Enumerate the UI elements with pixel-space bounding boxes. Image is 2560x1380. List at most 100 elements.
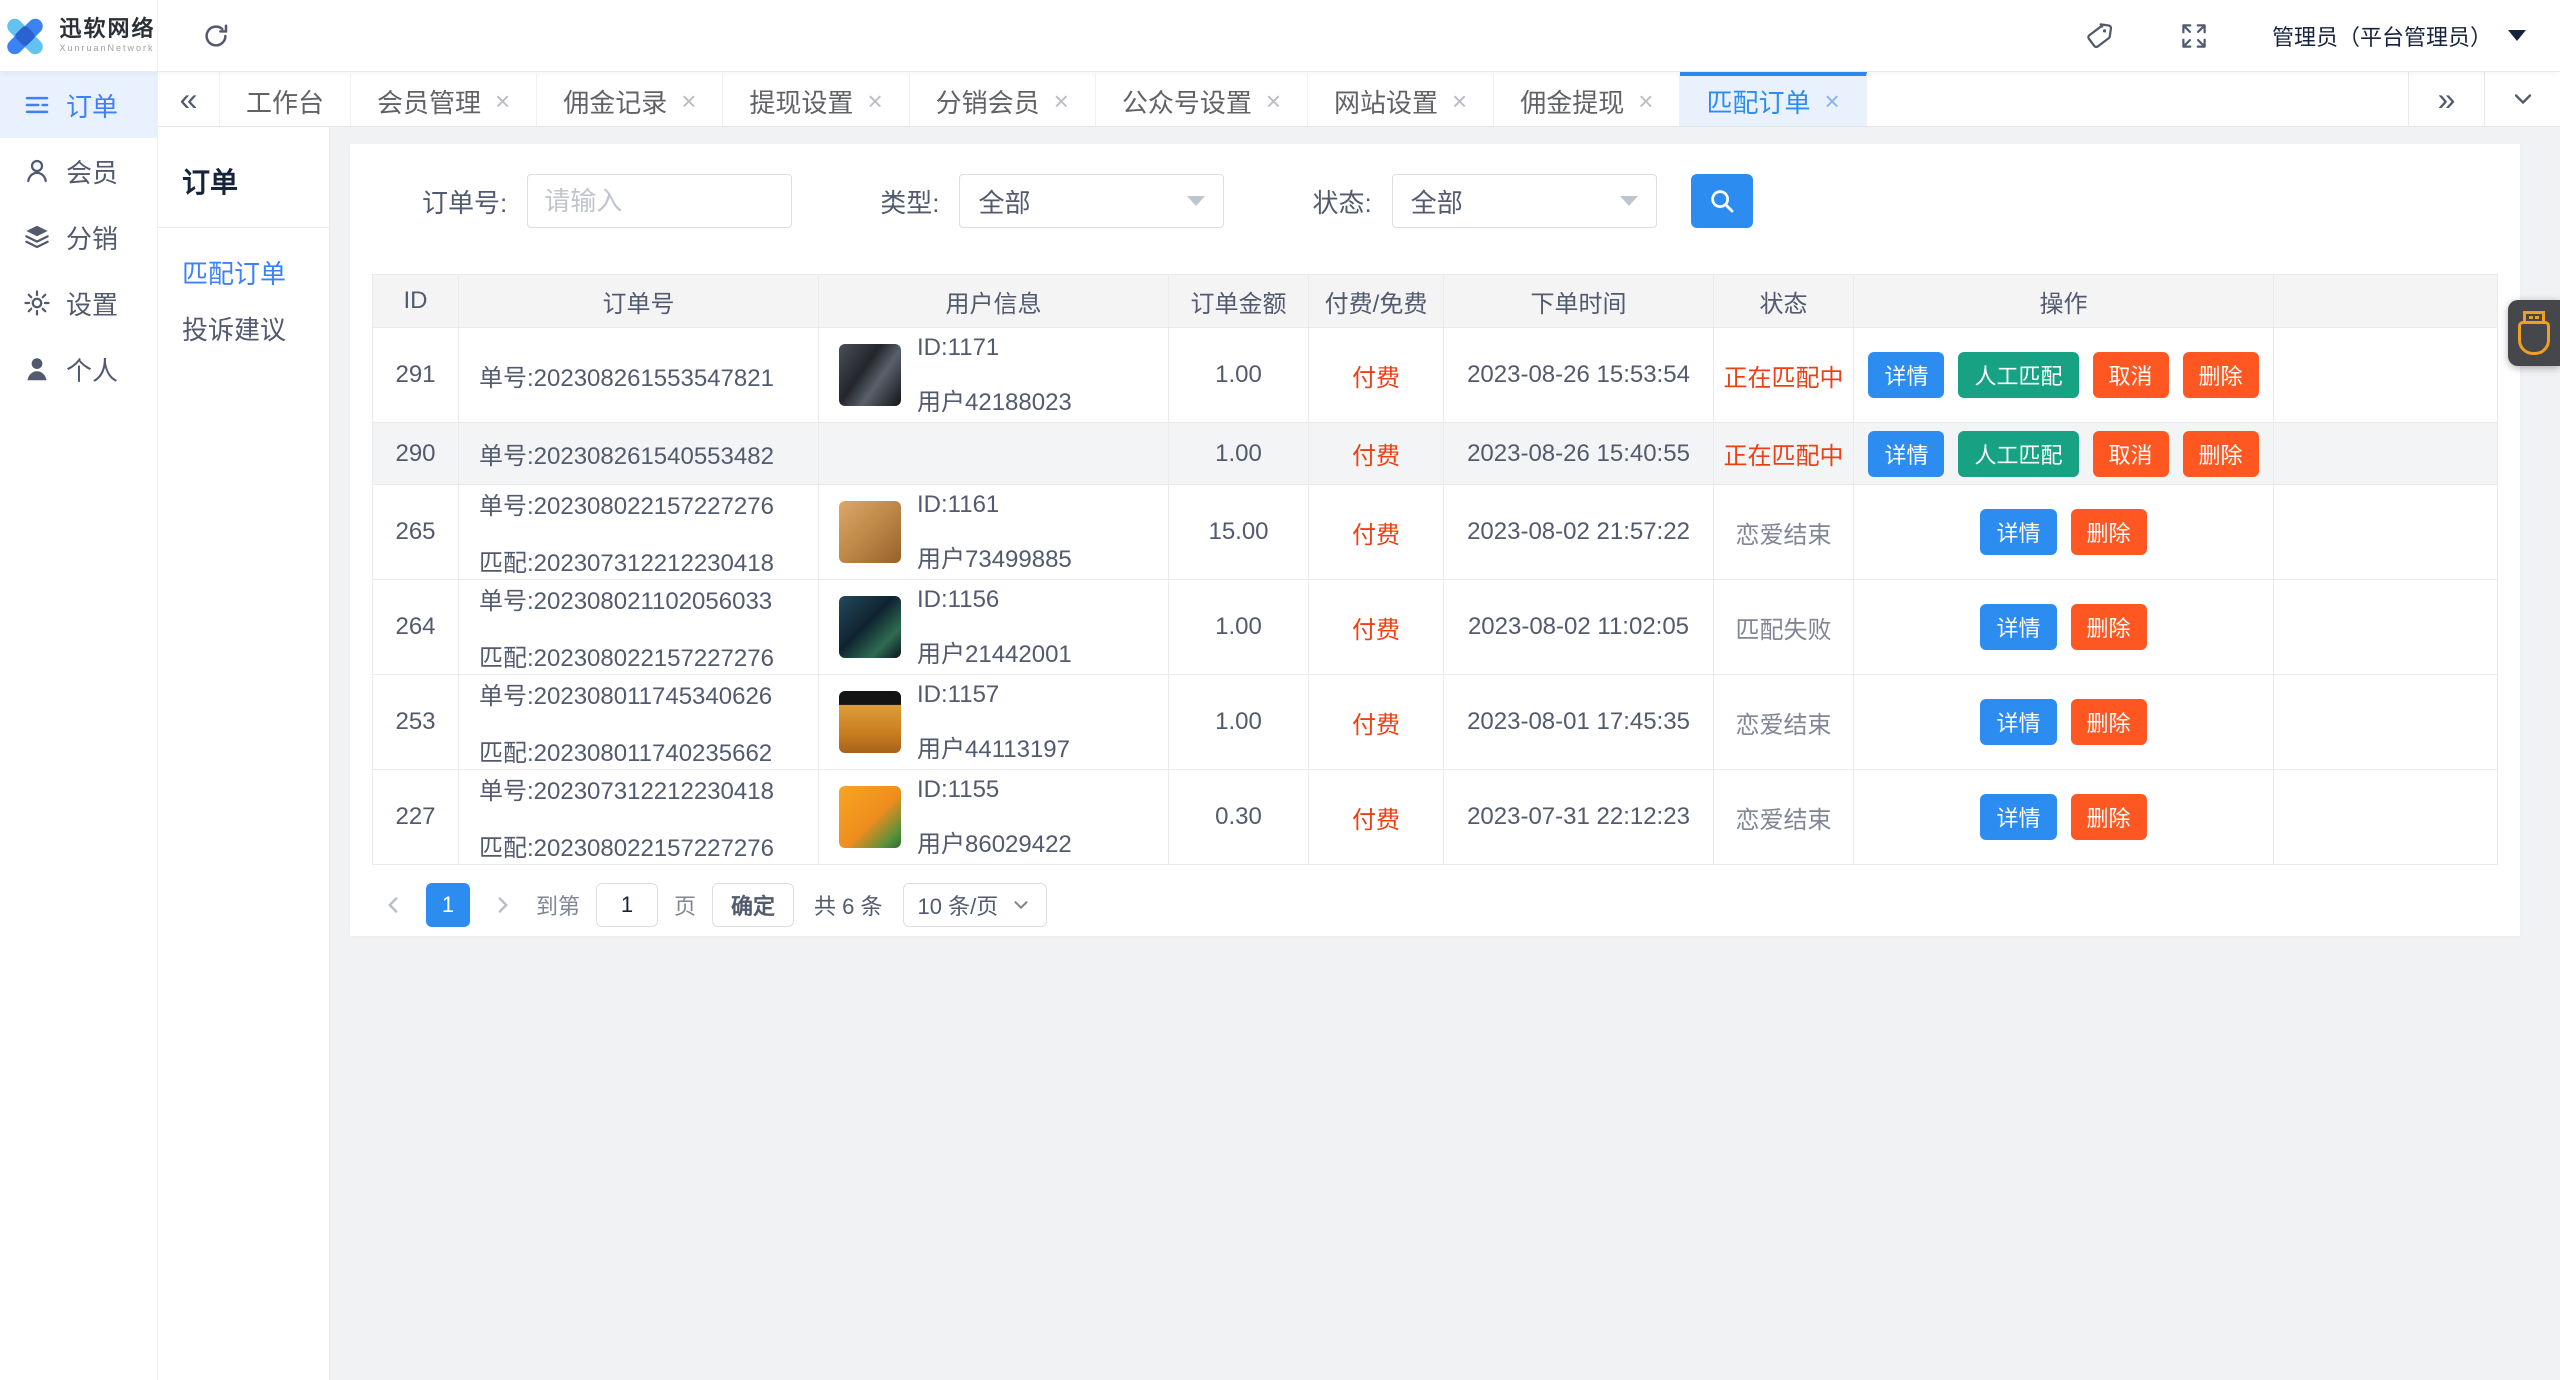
delete-button[interactable]: 删除 (2182, 430, 2259, 477)
tab-item[interactable]: 提现设置 × (723, 72, 910, 126)
table-row: 227 单号:202307312212230418 匹配:2023080221572… (373, 769, 2497, 864)
search-icon (1710, 190, 1734, 213)
tab-bar: « 工作台 会员管理 × 佣金记录 × 提现设置 × 分销会员 × 公众号设置 × 网站设置 × 佣金提现… (158, 72, 2560, 127)
tab-item[interactable]: 工作台 (220, 72, 352, 126)
detail-button[interactable]: 详情 (1980, 794, 2057, 840)
column-header: 状态 (1714, 275, 1854, 327)
status-label: 状态: (1312, 187, 1372, 218)
sidebar-item-label: 设置 (66, 289, 119, 320)
logo[interactable]: 迅软网络 XunruanNetwork (0, 0, 158, 71)
tab-menu-chevron-icon[interactable] (2484, 72, 2560, 126)
sidebar-item-members[interactable]: 会员 (0, 138, 157, 204)
sidebar-item-distribution[interactable]: 分销 (0, 204, 157, 270)
confirm-page-button[interactable]: 确定 (712, 883, 795, 927)
tab-close-icon[interactable]: × (1054, 88, 1069, 114)
manual-match-button[interactable]: 人工匹配 (1958, 430, 2079, 477)
layers-icon (22, 222, 52, 252)
submenu-item-match-orders[interactable]: 匹配订单 (158, 228, 329, 289)
tab-close-icon[interactable]: × (1452, 88, 1467, 114)
tab-item[interactable]: 佣金记录 × (537, 72, 724, 126)
tab-item[interactable]: 公众号设置 × (1096, 72, 1309, 126)
orders-table: ID 订单号 用户信息 订单金额 付费/免费 下单时间 状态 操作 291 单号:2023082… (372, 274, 2498, 865)
main-region: « 工作台 会员管理 × 佣金记录 × 提现设置 × 分销会员 × 公众号设置 × 网站设置 × 佣金提现… (158, 72, 2560, 1380)
user-name: 用户73499885 (917, 545, 1072, 573)
order-no: 单号:202308261540553482 (479, 443, 774, 470)
tab-item[interactable]: 分销会员 × (910, 72, 1096, 126)
table-row: 291 单号:202308261553547821 ID:1171 用户4218802… (373, 327, 2497, 422)
next-page-icon[interactable] (486, 883, 520, 927)
detail-button[interactable]: 详情 (1868, 430, 1945, 477)
search-button[interactable] (1690, 174, 1753, 228)
delete-button[interactable]: 删除 (2070, 509, 2147, 555)
order-no: 单号:202308021102056033 (479, 588, 773, 615)
logo-title: 迅软网络 (59, 15, 156, 41)
tab-close-icon[interactable]: × (1266, 88, 1281, 114)
fee-cell: 付费 (1309, 328, 1444, 422)
app-body: 订单 会员 分销 设置 个人 « 工作台 会员管理 × 佣金记录 × 提现设置 × 分销会员 × 公众号设… (0, 72, 2560, 1380)
actions-cell: 详情 删除 (1854, 485, 2274, 579)
tab-close-icon[interactable]: × (867, 88, 882, 114)
column-header: ID (373, 275, 459, 327)
time-cell: 2023-08-02 11:02:05 (1444, 580, 1714, 674)
sidebar-item-settings[interactable]: 设置 (0, 270, 157, 336)
tab-item[interactable]: 网站设置 × (1308, 72, 1495, 126)
table-row: 264 单号:202308021102056033 匹配:2023080221572… (373, 579, 2497, 674)
user-menu[interactable]: 管理员（平台管理员） (2272, 20, 2526, 52)
time-cell: 2023-08-01 17:45:35 (1444, 675, 1714, 769)
order-no-cell: 单号:202308021102056033 匹配:2023080221572272… (459, 580, 819, 674)
cancel-button[interactable]: 取消 (2092, 352, 2169, 398)
user-info: ID:1156 用户21442001 (917, 586, 1072, 669)
page-size-select[interactable]: 10 条/页 (902, 883, 1048, 927)
icon-sidebar: 订单 会员 分销设置个人 (0, 72, 158, 1380)
delete-button[interactable]: 删除 (2182, 352, 2259, 398)
type-select[interactable]: 全部 (959, 174, 1225, 228)
time-cell: 2023-07-31 22:12:23 (1444, 770, 1714, 864)
current-page[interactable]: 1 (426, 883, 470, 927)
more-tabs-icon[interactable]: » (2408, 72, 2484, 126)
tab-close-icon[interactable]: × (681, 88, 696, 114)
tab-item[interactable]: 会员管理 × (351, 72, 538, 126)
pagination: 1 到第 页 确定 共 6 条 10 条/页 (372, 883, 2498, 927)
fullscreen-icon[interactable] (2178, 20, 2210, 52)
delete-button[interactable]: 删除 (2070, 604, 2147, 650)
status-select[interactable]: 全部 (1391, 174, 1657, 228)
workspace: 订单 匹配订单投诉建议 订单号: 类型: (158, 127, 2560, 1380)
tab-item[interactable]: 佣金提现 × (1494, 72, 1681, 126)
detail-button[interactable]: 详情 (1980, 604, 2057, 650)
type-label: 类型: (880, 187, 940, 218)
refresh-icon[interactable] (200, 20, 232, 52)
table-row: 265 单号:202308022157227276 匹配:2023073122122… (373, 484, 2497, 579)
submenu-item-complaints[interactable]: 投诉建议 (158, 284, 329, 345)
delete-button[interactable]: 删除 (2070, 794, 2147, 840)
tab-close-icon[interactable]: × (495, 88, 510, 114)
match-no: 匹配:202308022157227276 (479, 835, 774, 862)
status-cell: 匹配失败 (1714, 580, 1854, 674)
tab-close-icon[interactable]: × (1824, 88, 1839, 114)
collapse-tabs-icon[interactable]: « (158, 72, 220, 126)
order-no: 单号:202308011745340626 (479, 683, 773, 710)
user-id: ID:1171 (917, 333, 1000, 361)
tab-label: 佣金提现 (1520, 87, 1625, 118)
status-cell: 恋爱结束 (1714, 485, 1854, 579)
goto-page-input[interactable] (596, 883, 659, 927)
time-cell: 2023-08-02 21:57:22 (1444, 485, 1714, 579)
spacer-cell (2274, 770, 2497, 864)
delete-button[interactable]: 删除 (2070, 699, 2147, 745)
user-name: 用户44113197 (917, 735, 1070, 763)
tab-item[interactable]: 匹配订单 × (1680, 72, 1867, 126)
cancel-button[interactable]: 取消 (2092, 430, 2169, 477)
tab-close-icon[interactable]: × (1638, 88, 1653, 114)
sidebar-item-orders[interactable]: 订单 (0, 72, 157, 138)
tag-icon[interactable] (2084, 20, 2116, 52)
submenu-title: 订单 (158, 127, 329, 228)
user-info: ID:1161 用户73499885 (917, 491, 1072, 574)
detail-button[interactable]: 详情 (1980, 509, 2057, 555)
manual-match-button[interactable]: 人工匹配 (1958, 352, 2079, 398)
prev-page-icon[interactable] (376, 883, 410, 927)
order-no-input[interactable] (527, 174, 793, 228)
floating-extension-button[interactable] (2508, 300, 2560, 366)
caret-down-icon (2508, 30, 2526, 41)
detail-button[interactable]: 详情 (1980, 699, 2057, 745)
sidebar-item-profile[interactable]: 个人 (0, 336, 157, 402)
detail-button[interactable]: 详情 (1868, 352, 1945, 398)
